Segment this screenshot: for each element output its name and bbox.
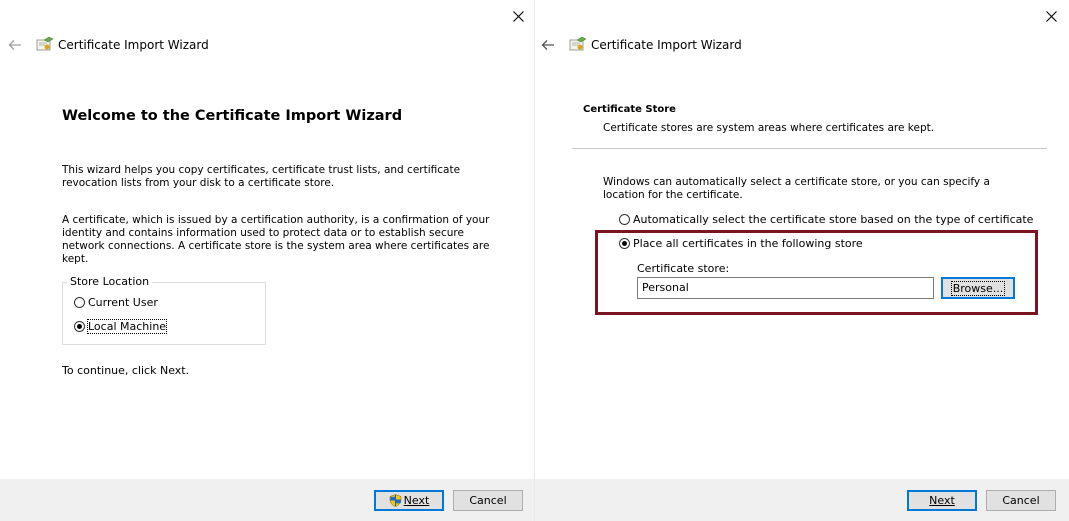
cancel-label: Cancel bbox=[1002, 494, 1040, 507]
radio-button[interactable] bbox=[74, 297, 85, 308]
radio-auto-select-store[interactable]: Automatically select the certificate sto… bbox=[619, 213, 1033, 226]
radio-label: Local Machine bbox=[86, 319, 168, 334]
next-button[interactable]: Next bbox=[374, 490, 444, 511]
back-button[interactable] bbox=[6, 37, 24, 53]
header-separator bbox=[572, 148, 1047, 149]
wizard-title: Certificate Import Wizard bbox=[58, 38, 209, 52]
store-intro-text: Windows can automatically select a certi… bbox=[603, 176, 990, 201]
store-location-legend: Store Location bbox=[67, 275, 153, 288]
back-arrow-icon bbox=[541, 40, 554, 50]
welcome-wizard-page: Certificate Import Wizard Welcome to the… bbox=[0, 0, 534, 521]
description-paragraph: A certificate, which is issued by a cert… bbox=[62, 214, 490, 265]
highlight-annotation-box bbox=[595, 230, 1038, 315]
uac-shield-icon bbox=[389, 494, 401, 507]
radio-local-machine[interactable]: Local Machine bbox=[74, 319, 168, 334]
radio-label: Current User bbox=[88, 296, 158, 309]
close-icon bbox=[512, 10, 524, 22]
intro-paragraph: This wizard helps you copy certificates,… bbox=[62, 164, 461, 189]
wizard-footer: Next Cancel bbox=[0, 479, 534, 521]
certificate-store-wizard-page: Certificate Import Wizard Certificate St… bbox=[535, 0, 1069, 521]
certificate-icon bbox=[36, 36, 54, 51]
radio-current-user[interactable]: Current User bbox=[74, 296, 158, 309]
page-heading: Welcome to the Certificate Import Wizard bbox=[62, 108, 403, 124]
next-label: Next bbox=[929, 494, 955, 507]
close-button[interactable] bbox=[508, 6, 528, 26]
close-button[interactable] bbox=[1041, 6, 1061, 26]
section-title: Certificate Store bbox=[583, 104, 676, 115]
cancel-label: Cancel bbox=[469, 494, 507, 507]
cancel-button[interactable]: Cancel bbox=[986, 490, 1056, 511]
next-button[interactable]: Next bbox=[907, 490, 977, 511]
continue-instruction: To continue, click Next. bbox=[62, 364, 190, 377]
next-label: Next bbox=[403, 494, 430, 507]
radio-button-selected[interactable] bbox=[74, 321, 85, 332]
certificate-icon bbox=[569, 36, 587, 51]
close-icon bbox=[1045, 10, 1057, 22]
wizard-footer: Next Cancel bbox=[535, 479, 1069, 521]
radio-label: Automatically select the certificate sto… bbox=[633, 213, 1034, 226]
back-button[interactable] bbox=[539, 37, 557, 53]
section-description: Certificate stores are system areas wher… bbox=[603, 122, 935, 134]
back-arrow-icon bbox=[8, 40, 21, 50]
wizard-title: Certificate Import Wizard bbox=[591, 38, 742, 52]
cancel-button[interactable]: Cancel bbox=[453, 490, 523, 511]
radio-button[interactable] bbox=[619, 214, 630, 225]
store-location-group bbox=[62, 282, 266, 345]
